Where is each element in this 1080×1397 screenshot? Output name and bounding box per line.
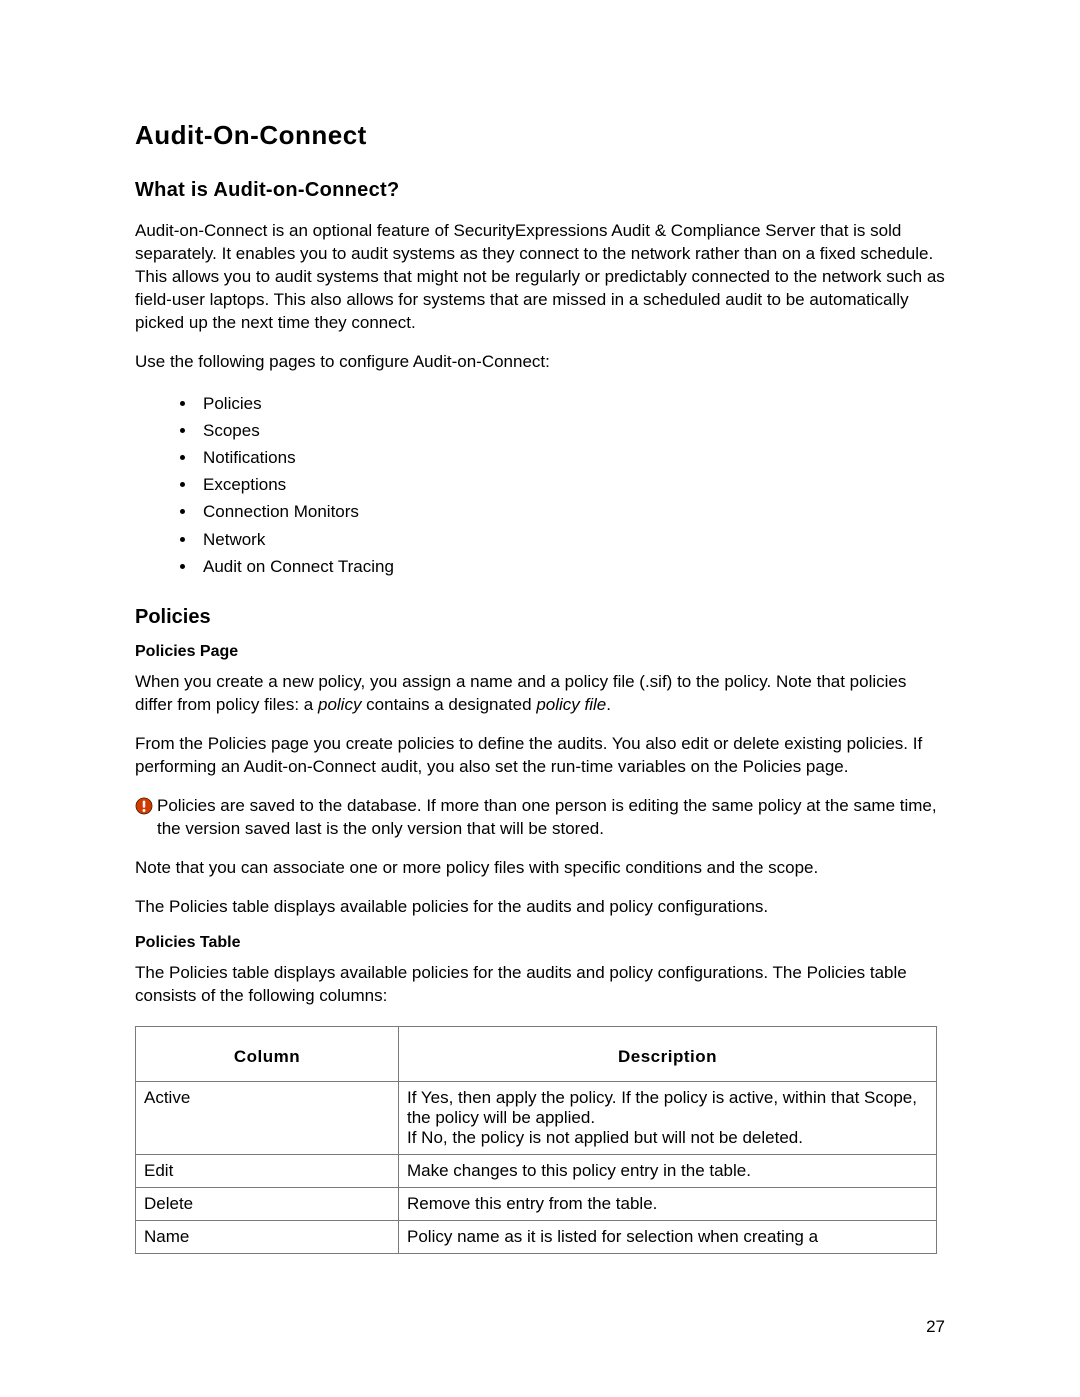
subsection-heading-policies-table: Policies Table [135, 934, 945, 952]
policies-table-intro: The Policies table displays available po… [135, 962, 945, 1008]
document-page: Audit-On-Connect What is Audit-on-Connec… [0, 0, 1080, 1397]
list-item: Audit on Connect Tracing [197, 553, 945, 580]
list-item: Policies [197, 390, 945, 417]
table-row: Active If Yes, then apply the policy. If… [136, 1082, 937, 1155]
text-run-italic: policy file [536, 695, 606, 714]
table-cell-description: If Yes, then apply the policy. If the po… [399, 1082, 937, 1155]
table-cell-column: Edit [136, 1155, 399, 1188]
table-cell-column: Name [136, 1221, 399, 1254]
table-cell-description: Remove this entry from the table. [399, 1188, 937, 1221]
policies-paragraph-4: The Policies table displays available po… [135, 896, 945, 919]
warning-note-text: Policies are saved to the database. If m… [157, 795, 945, 841]
policies-paragraph-1: When you create a new policy, you assign… [135, 671, 945, 717]
table-row: Name Policy name as it is listed for sel… [136, 1221, 937, 1254]
configure-intro: Use the following pages to configure Aud… [135, 351, 945, 374]
subsection-heading-policies-page: Policies Page [135, 643, 945, 661]
table-header-column: Column [136, 1027, 399, 1082]
list-item: Notifications [197, 444, 945, 471]
page-title: Audit-On-Connect [135, 120, 945, 151]
text-run-italic: policy [318, 695, 361, 714]
table-header-row: Column Description [136, 1027, 937, 1082]
page-number: 27 [926, 1317, 945, 1337]
list-item: Connection Monitors [197, 498, 945, 525]
policies-paragraph-3: Note that you can associate one or more … [135, 857, 945, 880]
text-run: contains a designated [361, 695, 536, 714]
table-cell-column: Delete [136, 1188, 399, 1221]
policies-paragraph-2: From the Policies page you create polici… [135, 733, 945, 779]
list-item: Network [197, 526, 945, 553]
table-cell-description: Policy name as it is listed for selectio… [399, 1221, 937, 1254]
warning-note: Policies are saved to the database. If m… [135, 795, 945, 841]
configure-list: Policies Scopes Notifications Exceptions… [135, 390, 945, 580]
intro-paragraph: Audit-on-Connect is an optional feature … [135, 220, 945, 335]
section-heading-what-is: What is Audit-on-Connect? [135, 179, 945, 202]
table-cell-column: Active [136, 1082, 399, 1155]
list-item: Exceptions [197, 471, 945, 498]
policies-table: Column Description Active If Yes, then a… [135, 1026, 937, 1254]
table-row: Edit Make changes to this policy entry i… [136, 1155, 937, 1188]
exclamation-icon [135, 797, 153, 815]
table-row: Delete Remove this entry from the table. [136, 1188, 937, 1221]
list-item: Scopes [197, 417, 945, 444]
section-heading-policies: Policies [135, 606, 945, 629]
table-cell-description: Make changes to this policy entry in the… [399, 1155, 937, 1188]
table-header-description: Description [399, 1027, 937, 1082]
text-run: . [606, 695, 611, 714]
